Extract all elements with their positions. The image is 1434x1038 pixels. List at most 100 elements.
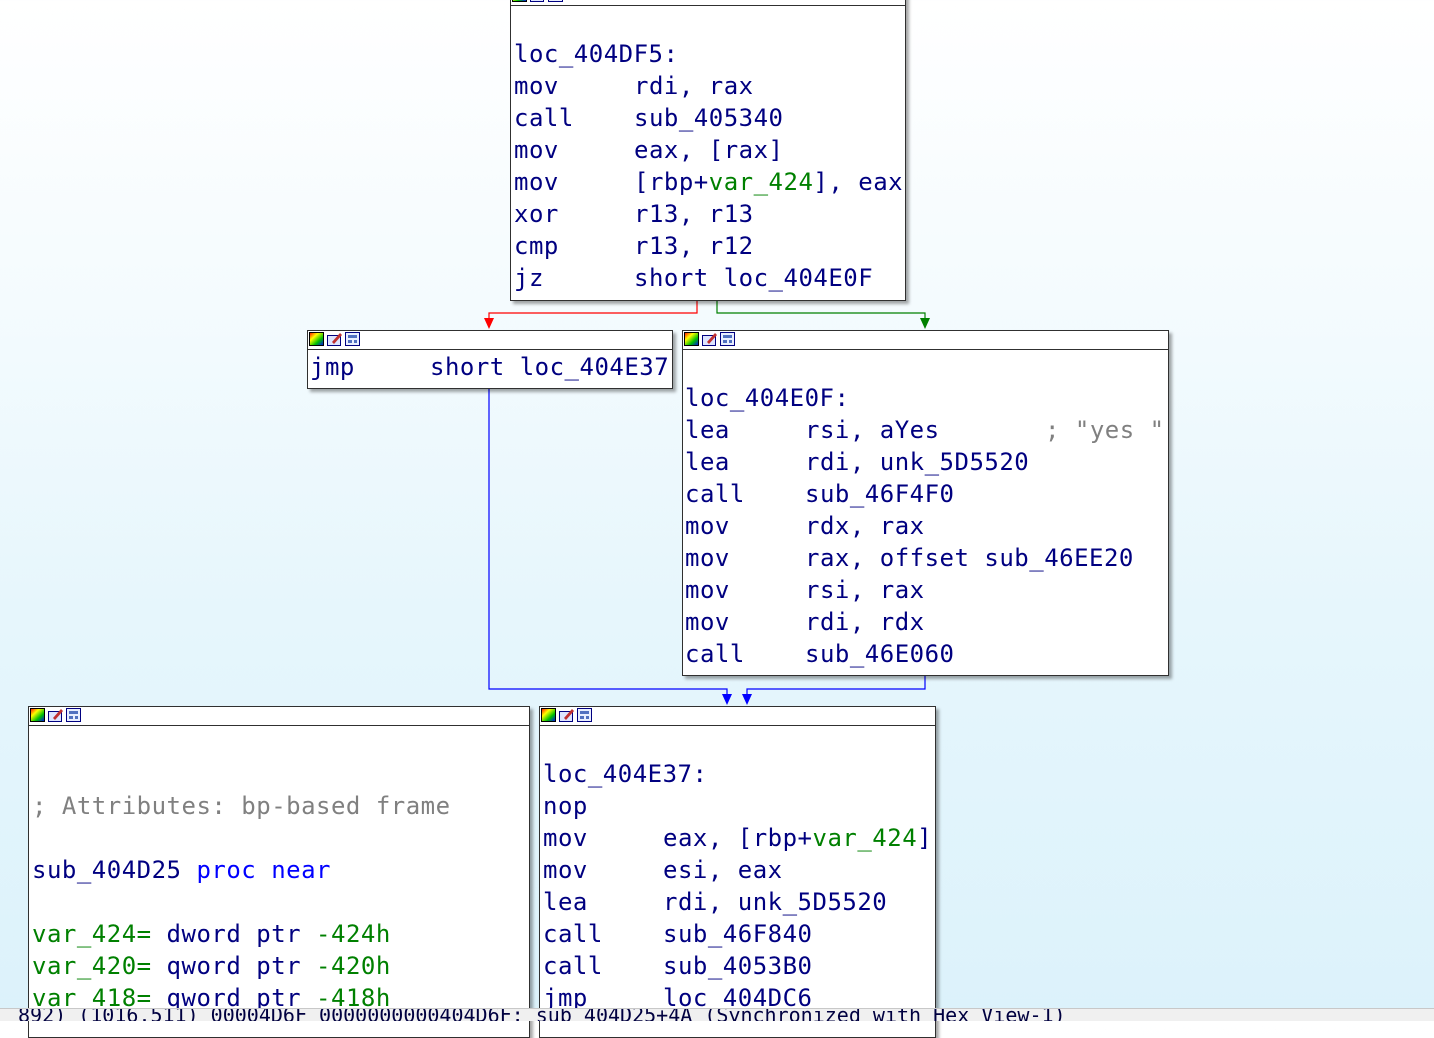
graph-node-loc-404e0f[interactable]: loc_404E0F: lea rsi, aYes ; "yes " lea rdi,… (682, 330, 1169, 676)
mnemonic: mov (514, 72, 559, 100)
mnemonic: lea (543, 888, 588, 916)
node-header[interactable] (29, 707, 529, 726)
instruction-line[interactable]: mov rsi, rax (685, 574, 1168, 606)
graph-overview-icon[interactable] (548, 0, 563, 2)
node-header[interactable] (308, 331, 672, 350)
instruction-line[interactable]: call sub_46F4F0 (685, 478, 1168, 510)
operands: r13, r12 (634, 232, 754, 260)
mnemonic: mov (685, 608, 730, 636)
instruction-line[interactable]: jmp short loc_404E37 (310, 350, 672, 384)
operands: sub_46E060 (805, 640, 955, 668)
edit-block-icon[interactable] (327, 332, 342, 346)
operands: short loc_404E0F (634, 264, 874, 292)
jump-edge-left-arrowhead (722, 694, 732, 705)
graph-overview-icon[interactable] (66, 708, 81, 722)
true-branch-edge (716, 300, 926, 320)
operands: sub_46F4F0 (805, 480, 955, 508)
color-palette-icon[interactable] (512, 0, 527, 2)
instruction-line[interactable]: mov rdi, rax (514, 70, 905, 102)
edit-block-icon[interactable] (530, 0, 545, 2)
graph-node-loc-404e37[interactable]: loc_404E37: nop mov eax, [rbp+var_424] mo… (539, 706, 936, 1038)
attributes-comment: ; Attributes: bp-based frame (32, 792, 451, 820)
stack-variable[interactable]: var_424 (709, 168, 814, 196)
operands: short loc_404E37 (430, 353, 670, 381)
operands: rsi, rax (805, 576, 925, 604)
stack-variable[interactable]: var_424 (813, 824, 918, 852)
instruction-line[interactable]: call sub_4053B0 (543, 950, 935, 982)
operands: rdi, rax (634, 72, 754, 100)
graph-overview-icon[interactable] (577, 708, 592, 722)
instruction-line[interactable]: lea rdi, unk_5D5520 (685, 446, 1168, 478)
instruction-line[interactable]: call sub_405340 (514, 102, 905, 134)
operands: r13, r13 (634, 200, 754, 228)
operand-suffix: ], eax (813, 168, 904, 196)
mnemonic: call (543, 952, 603, 980)
proc-name[interactable]: sub_404D25 (32, 856, 182, 884)
instruction-line[interactable]: lea rdi, unk_5D5520 (543, 886, 935, 918)
mnemonic: mov (514, 136, 559, 164)
operands: eax, [rax] (634, 136, 784, 164)
stack-var-type: qword ptr (151, 952, 317, 980)
proc-keyword: proc near (196, 856, 331, 884)
mnemonic: nop (543, 792, 588, 820)
instruction-line[interactable]: mov rdx, rax (685, 510, 1168, 542)
instruction-line[interactable]: xor r13, r13 (514, 198, 905, 230)
mnemonic: cmp (514, 232, 559, 260)
graph-node-jmp-block[interactable]: jmp short loc_404E37 (307, 330, 673, 389)
graph-overview-icon[interactable] (345, 332, 360, 346)
edit-block-icon[interactable] (702, 332, 717, 346)
instruction-line[interactable]: nop (543, 790, 935, 822)
color-palette-icon[interactable] (541, 708, 556, 722)
instruction-line[interactable]: call sub_46F840 (543, 918, 935, 950)
instruction-line[interactable]: mov eax, [rax] (514, 134, 905, 166)
instruction-line[interactable]: mov esi, eax (543, 854, 935, 886)
operands: sub_405340 (634, 104, 784, 132)
mnemonic: mov (685, 512, 730, 540)
color-palette-icon[interactable] (684, 332, 699, 346)
instruction-line[interactable]: mov eax, [rbp+var_424] (543, 822, 935, 854)
graph-node-sub-404d25[interactable]: ; Attributes: bp-based frame sub_404D25 … (28, 706, 530, 1038)
false-branch-arrowhead (484, 318, 494, 329)
mnemonic: lea (685, 416, 730, 444)
stack-var-definition[interactable]: var_424= dword ptr -424h (32, 918, 529, 950)
graph-node-loc-404df5[interactable]: loc_404DF5: mov rdi, rax call sub_405340 m… (510, 0, 906, 301)
stack-var-name[interactable]: var_424= (32, 920, 152, 948)
instruction-line[interactable]: lea rsi, aYes ; "yes " (685, 414, 1168, 446)
color-palette-icon[interactable] (30, 708, 45, 722)
mnemonic: xor (514, 200, 559, 228)
operands: rax, offset sub_46EE20 (805, 544, 1134, 572)
mnemonic: mov (514, 168, 559, 196)
mnemonic: mov (543, 824, 588, 852)
instruction-line[interactable]: jz short loc_404E0F (514, 262, 905, 294)
code-label[interactable]: loc_404E0F: (685, 382, 1168, 414)
stack-var-name[interactable]: var_420= (32, 952, 152, 980)
code-label[interactable]: loc_404E37: (543, 758, 935, 790)
proc-declaration[interactable]: sub_404D25 proc near (32, 854, 529, 886)
edit-block-icon[interactable] (559, 708, 574, 722)
node-header[interactable] (511, 0, 905, 6)
status-bar: 892) (1016,511) 00004D6F 0000000000404D6… (0, 1008, 1434, 1021)
instruction-line[interactable]: mov rax, offset sub_46EE20 (685, 542, 1168, 574)
node-header[interactable] (683, 331, 1168, 350)
node-header[interactable] (540, 707, 935, 726)
color-palette-icon[interactable] (309, 332, 324, 346)
stack-var-definition[interactable]: var_420= qword ptr -420h (32, 950, 529, 982)
stack-var-type: dword ptr (151, 920, 317, 948)
operand-prefix: eax, [rbp+ (663, 824, 813, 852)
graph-overview-icon[interactable] (720, 332, 735, 346)
mnemonic: jz (514, 264, 544, 292)
code-label[interactable]: loc_404DF5: (514, 38, 905, 70)
edit-block-icon[interactable] (48, 708, 63, 722)
operands: esi, eax (663, 856, 783, 884)
instruction-line[interactable]: cmp r13, r12 (514, 230, 905, 262)
instruction-line[interactable]: mov rdi, rdx (685, 606, 1168, 638)
operands: rdi, rdx (805, 608, 925, 636)
instruction-line[interactable]: mov [rbp+var_424], eax (514, 166, 905, 198)
mnemonic: call (685, 640, 745, 668)
instruction-line[interactable]: call sub_46E060 (685, 638, 1168, 670)
